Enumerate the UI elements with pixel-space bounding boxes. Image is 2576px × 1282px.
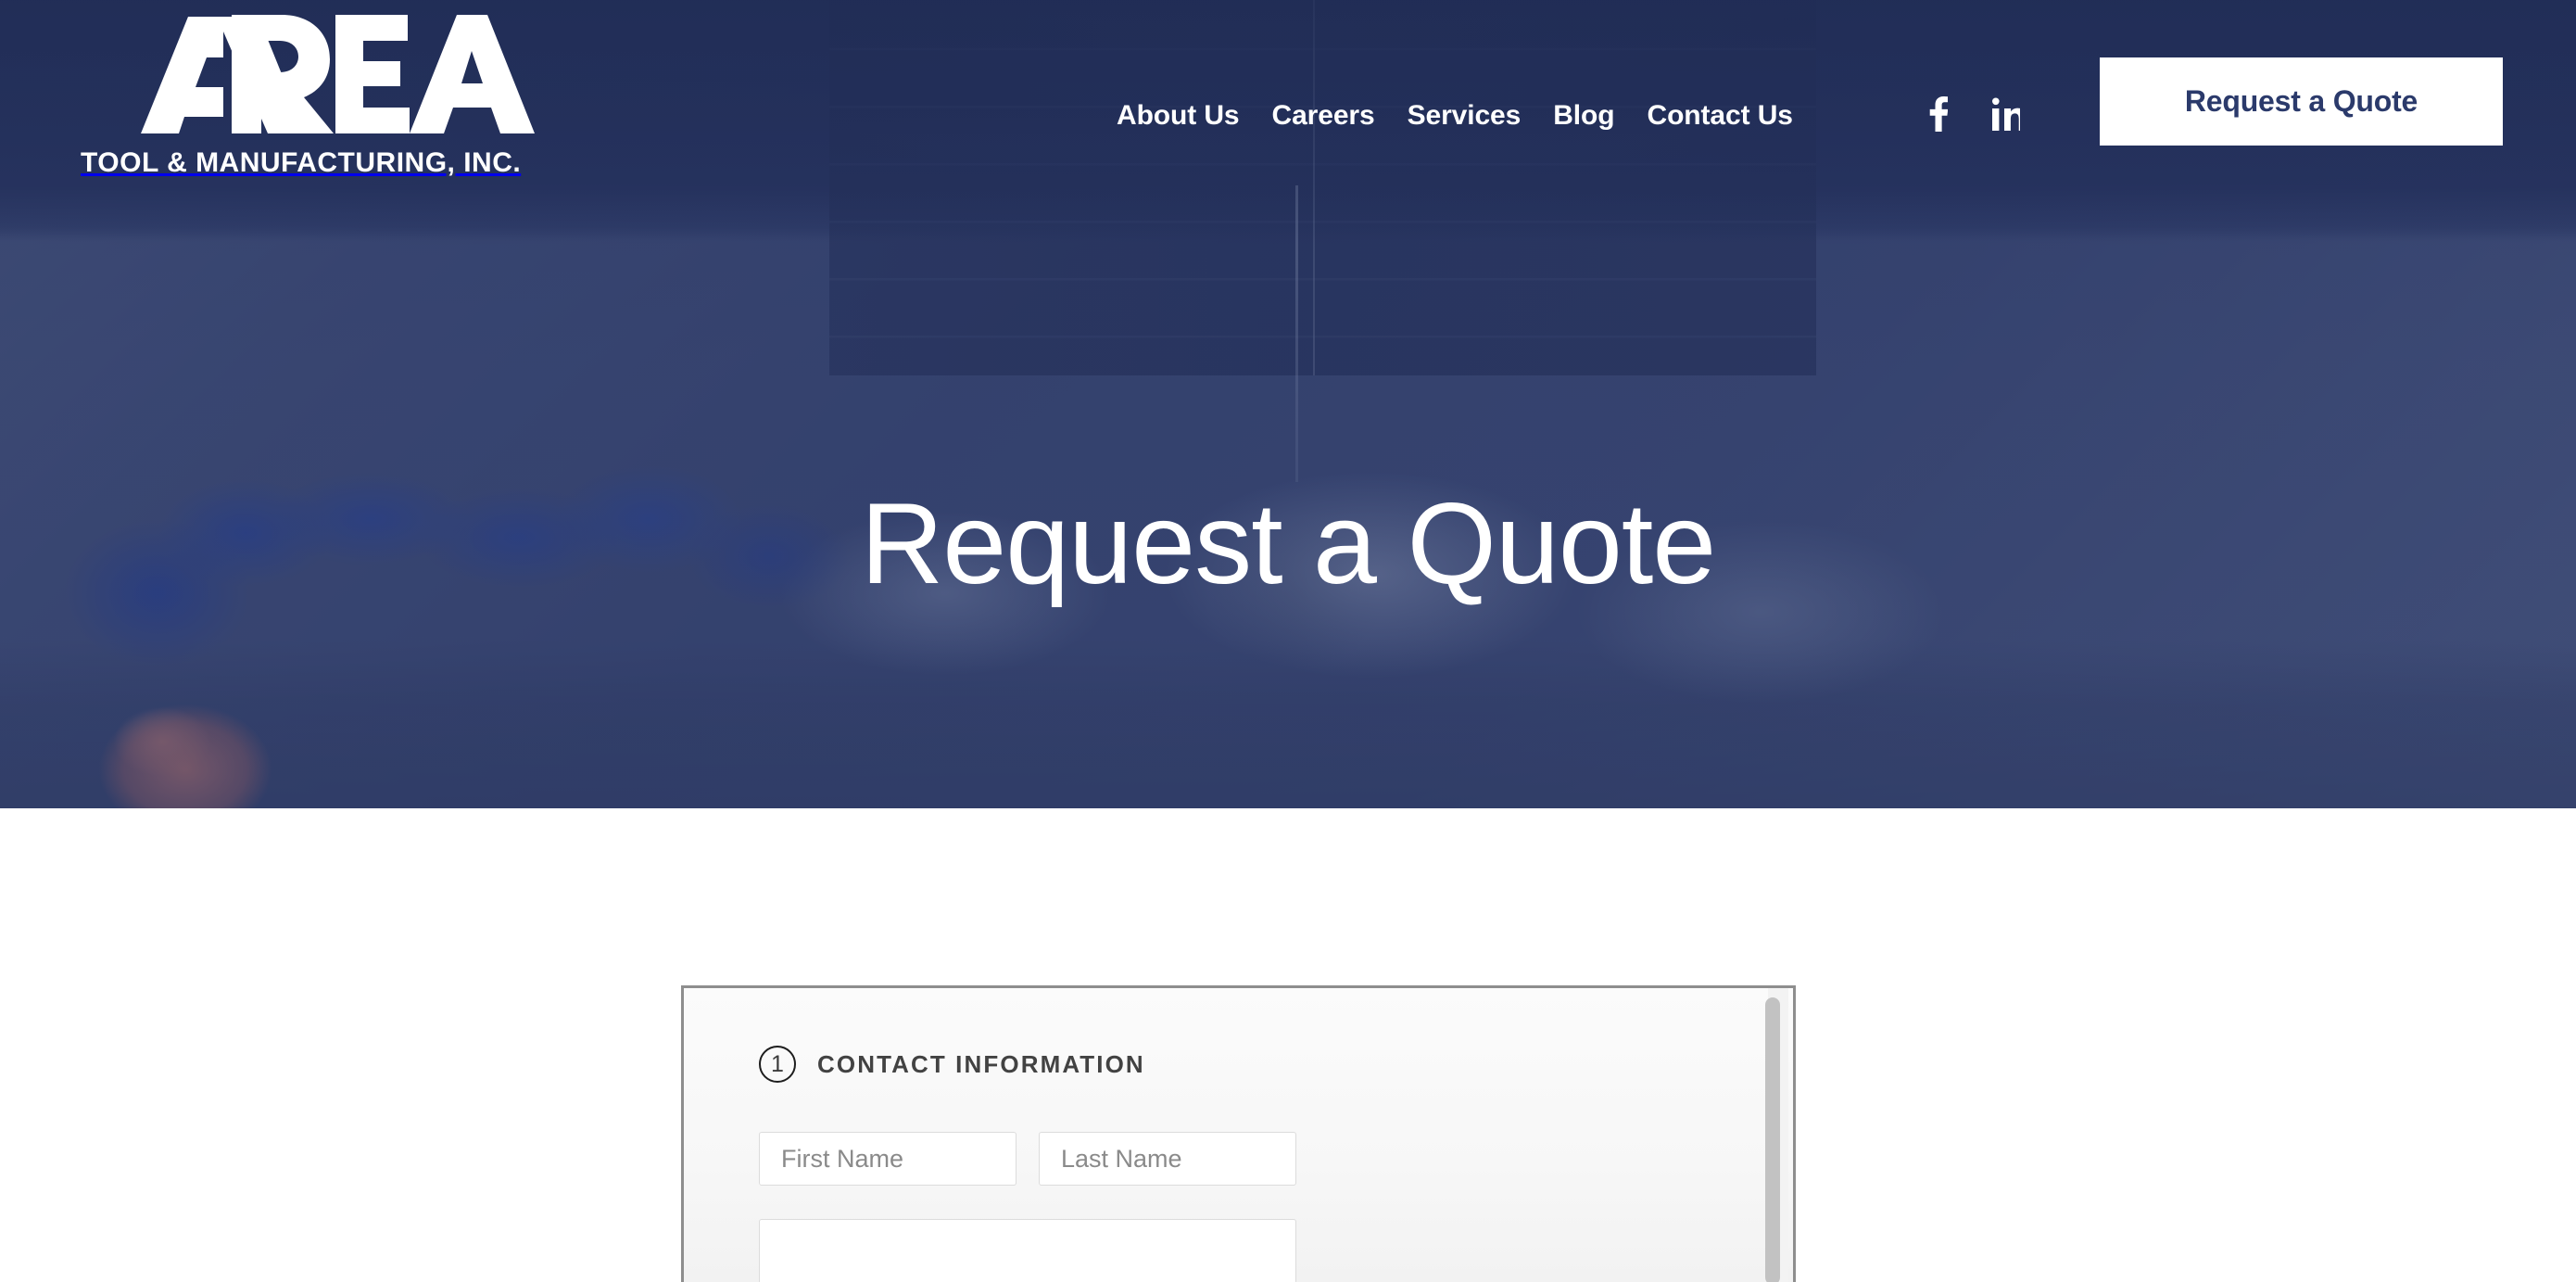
form-scrollbar-thumb[interactable] [1765, 997, 1780, 1282]
site-logo[interactable]: TOOL & MANUFACTURING, INC. [81, 7, 565, 179]
quote-form-scroll-area: 1 CONTACT INFORMATION First Name Last Na… [684, 988, 1759, 1282]
form-scrollbar-track[interactable] [1765, 988, 1788, 1282]
quote-form-panel: 1 CONTACT INFORMATION First Name Last Na… [681, 985, 1796, 1282]
linkedin-icon [1992, 97, 2027, 131]
facebook-link[interactable] [1929, 96, 1949, 132]
company-field[interactable] [759, 1219, 1296, 1282]
main-navigation: About Us Careers Services Blog Contact U… [1117, 100, 1793, 132]
request-a-quote-button-label: Request a Quote [2184, 84, 2418, 118]
nav-item-contact-us[interactable]: Contact Us [1648, 100, 1793, 132]
nav-item-blog[interactable]: Blog [1553, 100, 1614, 132]
page-title: Request a Quote [860, 480, 1717, 608]
hero-section: TOOL & MANUFACTURING, INC. About Us Care… [0, 0, 2576, 808]
section-title: CONTACT INFORMATION [817, 1049, 1145, 1078]
site-header: TOOL & MANUFACTURING, INC. About Us Care… [0, 0, 2576, 232]
facebook-icon [1929, 96, 1949, 132]
contact-information-section-header: 1 CONTACT INFORMATION [759, 1046, 1145, 1083]
linkedin-link[interactable] [1992, 97, 2027, 131]
area-logo-icon [141, 15, 535, 133]
main-content: 1 CONTACT INFORMATION First Name Last Na… [0, 808, 2576, 1282]
nav-item-careers[interactable]: Careers [1272, 100, 1375, 132]
social-links [1929, 96, 2027, 132]
nav-item-services[interactable]: Services [1408, 100, 1522, 132]
first-name-placeholder: First Name [781, 1144, 904, 1173]
first-name-field[interactable]: First Name [759, 1132, 1017, 1186]
step-number-badge: 1 [759, 1046, 796, 1083]
logo-subtitle: TOOL & MANUFACTURING, INC. [81, 147, 522, 178]
nav-item-about-us[interactable]: About Us [1117, 100, 1240, 132]
last-name-placeholder: Last Name [1061, 1144, 1182, 1173]
request-a-quote-button[interactable]: Request a Quote [2100, 57, 2503, 146]
last-name-field[interactable]: Last Name [1039, 1132, 1296, 1186]
